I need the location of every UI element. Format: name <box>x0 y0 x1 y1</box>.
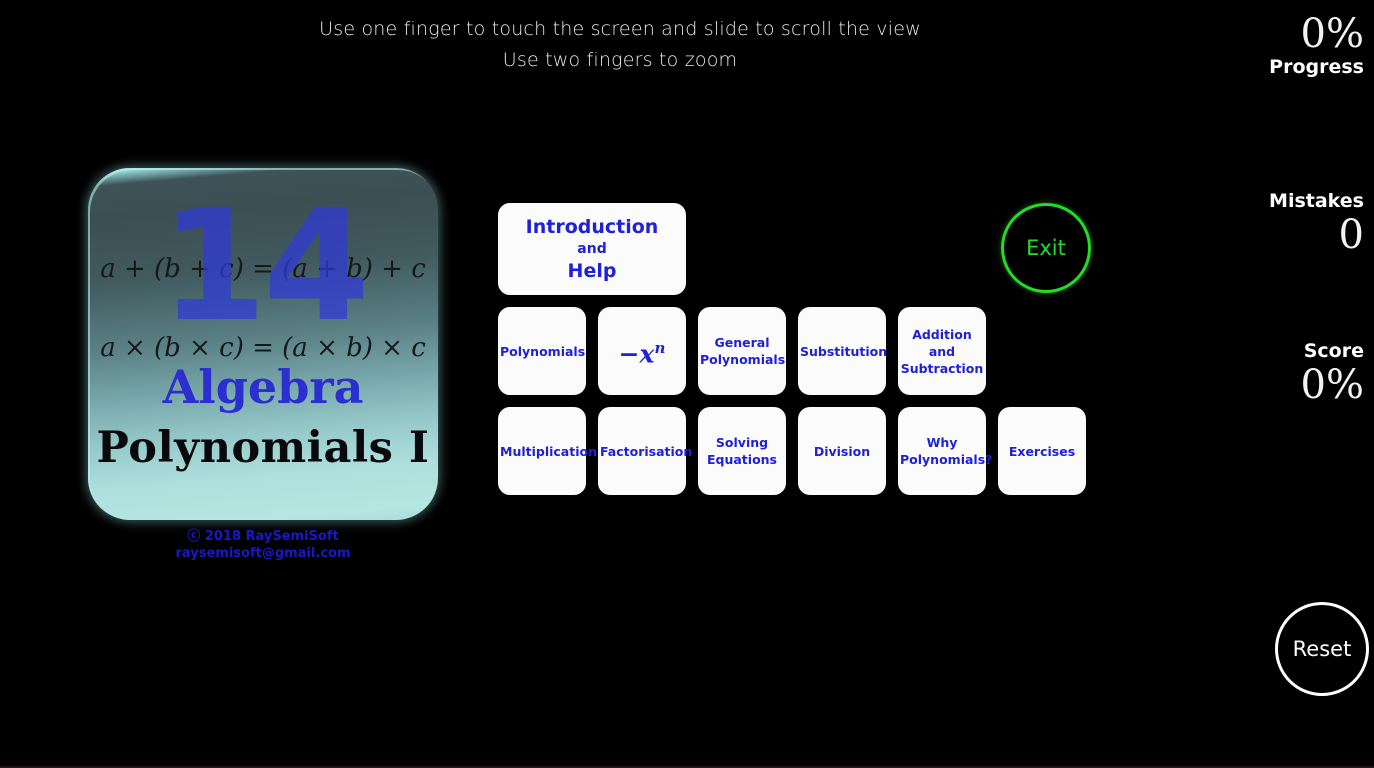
cover-chapter-number: 14 <box>159 177 370 356</box>
book-cover-card[interactable]: a + (b + c) = (a + b) + c 14 a × (b × c)… <box>88 168 438 520</box>
menu-item-label: and <box>928 343 956 359</box>
mistakes-stat: Mistakes 0 <box>1234 190 1364 257</box>
cover-formula-associative-multiplication: a × (b × c) = (a × b) × c <box>100 333 426 363</box>
intro-line-3: Help <box>567 260 617 282</box>
menu-item-addition-subtraction[interactable]: Addition and Subtraction <box>898 307 986 395</box>
score-value: 0% <box>1300 362 1364 408</box>
menu-item-introduction-and-help[interactable]: Introduction and Help <box>498 203 686 295</box>
exponent-label: n <box>654 338 666 357</box>
cover-topic-title: Polynomials I <box>96 423 430 473</box>
menu-item-label: Factorisation <box>600 443 693 459</box>
menu-item-label: Polynomials <box>700 352 786 367</box>
mistakes-label: Mistakes <box>1269 190 1364 212</box>
menu-row-2: Polynomials −xn General Polynomials Substitu… <box>498 307 1098 395</box>
menu-item-division[interactable]: Division <box>798 407 886 495</box>
reset-button-label: Reset <box>1292 637 1352 661</box>
mistakes-value: 0 <box>1338 212 1364 258</box>
menu-item-exercises[interactable]: Exercises <box>998 407 1086 495</box>
reset-button[interactable]: Reset <box>1275 602 1369 696</box>
exit-button[interactable]: Exit <box>1001 203 1091 293</box>
menu-item-why-polynomials[interactable]: Why Polynomials? <box>898 407 993 495</box>
menu-item-general-polynomials[interactable]: General Polynomials <box>698 307 786 395</box>
cover-subject-title: Algebra <box>162 360 364 414</box>
copyright-line-1: ⓒ 2018 RaySemiSoft <box>187 529 339 544</box>
intro-line-1: Introduction <box>525 216 659 238</box>
menu-item-label: −xn <box>618 338 666 369</box>
menu-item-label: Why <box>926 435 958 450</box>
progress-label: Progress <box>1269 56 1364 78</box>
menu-item-multiplication[interactable]: Multiplication <box>498 407 597 495</box>
menu-item-label: Substitution <box>800 343 888 359</box>
menu-item-label: Equations <box>706 452 777 467</box>
exit-button-label: Exit <box>1026 236 1066 260</box>
instruction-line-1: Use one finger to touch the screen and s… <box>319 18 921 40</box>
menu-item-label: Division <box>813 443 871 459</box>
menu-item-negative-x-power-n[interactable]: −xn <box>598 307 686 395</box>
progress-stat: 0% Progress <box>1234 12 1364 79</box>
copyright-email: raysemisoft@gmail.com <box>175 546 351 561</box>
progress-value: 0% <box>1300 11 1364 57</box>
copyright-block: ⓒ 2018 RaySemiSoft raysemisoft@gmail.com <box>88 528 438 562</box>
menu-item-label: Solving <box>715 435 769 450</box>
menu-item-polynomials[interactable]: Polynomials <box>498 307 586 395</box>
menu-item-label: Multiplication <box>500 443 597 459</box>
instructions-banner: Use one finger to touch the screen and s… <box>0 14 1240 76</box>
cover-card-wrapper: a + (b + c) = (a + b) + c 14 a × (b × c)… <box>88 168 438 561</box>
menu-row-3: Multiplication Factorisation Solving Equati… <box>498 407 1098 495</box>
menu-item-label: Polynomials? <box>900 452 993 467</box>
menu-item-solving-equations[interactable]: Solving Equations <box>698 407 786 495</box>
menu-item-label: Subtraction <box>900 360 984 376</box>
score-label: Score <box>1303 340 1364 362</box>
intro-line-2: and <box>577 241 607 257</box>
menu-item-label: Polynomials <box>500 343 586 359</box>
menu-item-factorisation[interactable]: Factorisation <box>598 407 693 495</box>
score-stat: Score 0% <box>1234 340 1364 407</box>
menu-item-label: Exercises <box>1008 443 1076 459</box>
menu-item-substitution[interactable]: Substitution <box>798 307 888 395</box>
instruction-line-2: Use two fingers to zoom <box>502 49 738 71</box>
menu-item-label: General <box>714 335 770 350</box>
menu-item-label: Addition <box>912 326 972 342</box>
